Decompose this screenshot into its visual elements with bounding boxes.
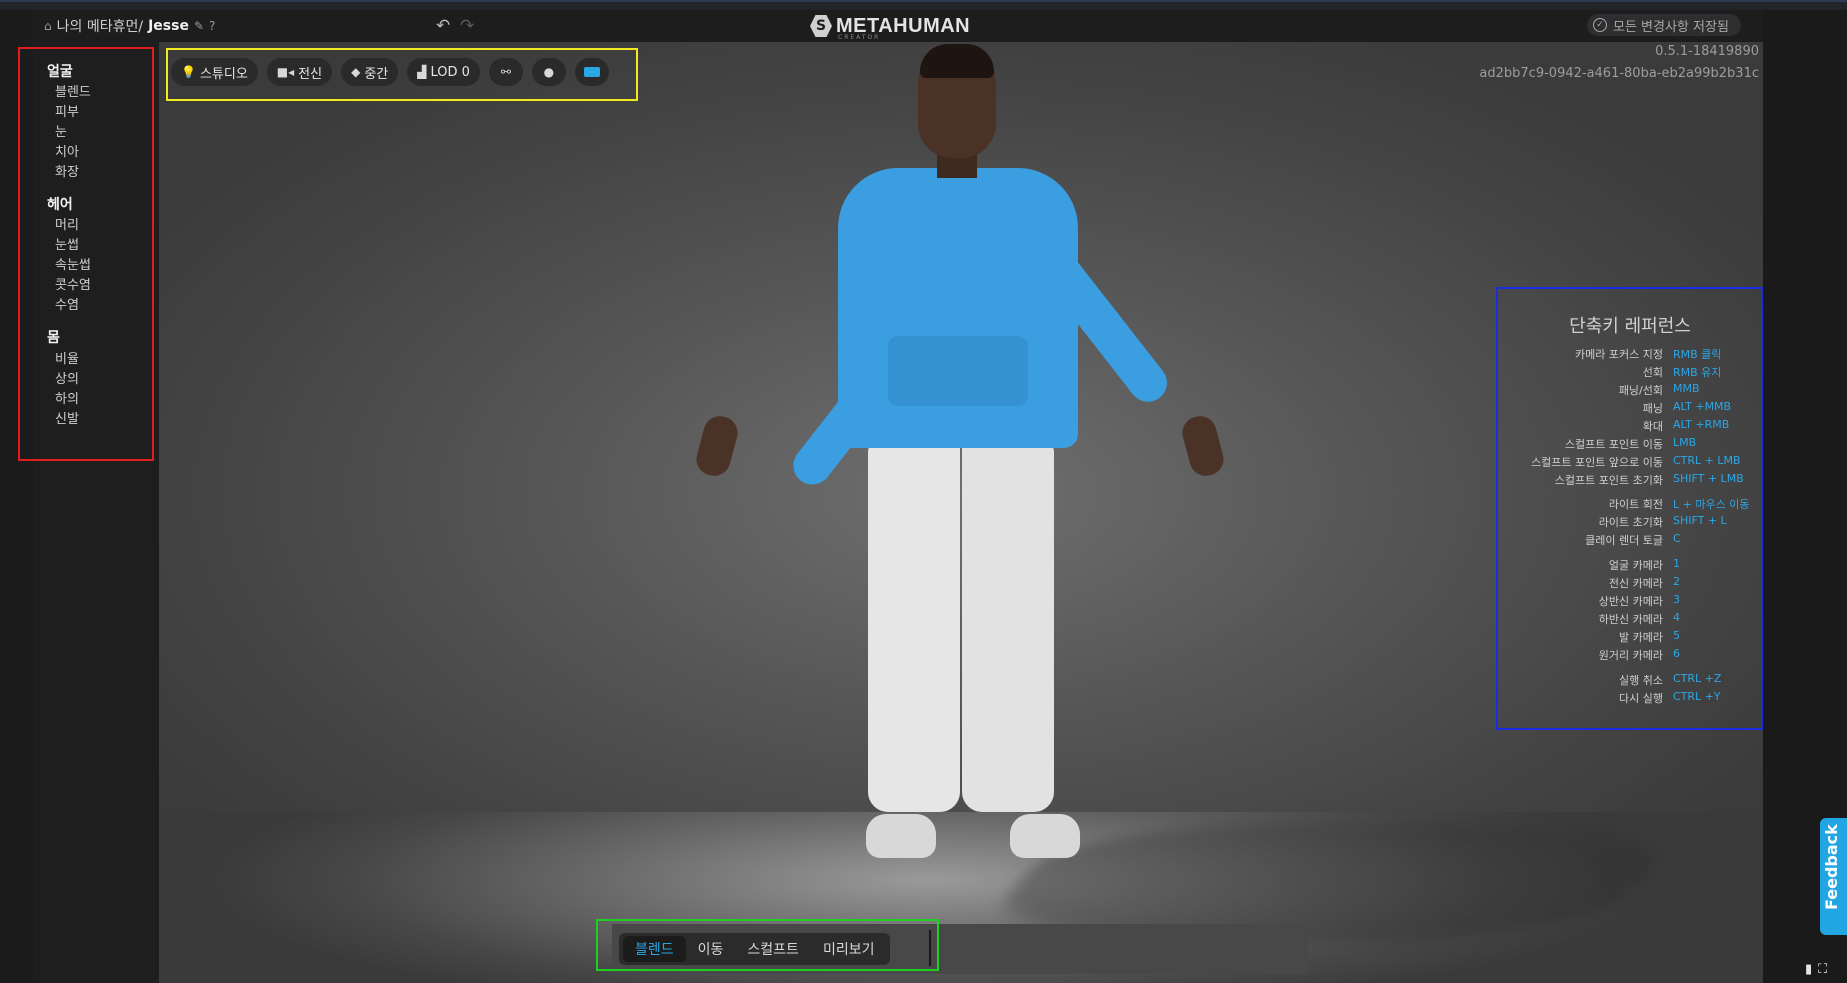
left-shoe [866, 814, 936, 858]
shortcut-highlight-box [1496, 287, 1764, 730]
check-circle-icon: ✓ [1593, 18, 1607, 32]
logo-subtitle: CREATOR [838, 34, 881, 41]
hair [920, 44, 994, 78]
redo-icon[interactable]: ↷ [460, 16, 474, 36]
hoodie [838, 168, 1078, 448]
right-hand [1178, 412, 1228, 480]
metahuman-name: Jesse [148, 18, 189, 34]
version-text: 0.5.1-18419890 [1655, 44, 1759, 59]
fullscreen-icon[interactable]: ⛶ [1818, 962, 1833, 977]
browser-top-strip [0, 0, 1847, 10]
right-shoe [1010, 814, 1080, 858]
hoodie-pocket [888, 336, 1028, 406]
asset-id-text: ad2bb7c9-0942-a461-80ba-eb2a99b2b31c [1479, 66, 1759, 81]
breadcrumb: ⌂ 나의 메타휴먼/ Jesse ✎ ? [44, 17, 215, 35]
left-pant-leg [868, 442, 960, 812]
undo-icon[interactable]: ↶ [436, 16, 450, 36]
left-hand [692, 412, 742, 480]
metahuman-logo: S METAHUMAN [810, 14, 970, 38]
help-icon[interactable]: ? [209, 19, 215, 33]
metahuman-logo-mark-icon: S [810, 15, 832, 37]
right-pant-leg [962, 442, 1054, 812]
home-icon[interactable]: ⌂ [44, 19, 52, 33]
save-status-badge: ✓ 모든 변경사항 저장됨 [1587, 14, 1741, 36]
feedback-tab[interactable]: Feedback [1820, 818, 1847, 935]
metahuman-character[interactable] [690, 44, 1250, 926]
stats-icon[interactable]: ▮ [1805, 962, 1818, 977]
sidebar-highlight-box [18, 47, 154, 461]
mode-bar-highlight-box [596, 919, 939, 971]
breadcrumb-parent[interactable]: 나의 메타휴먼/ [57, 16, 143, 36]
top-progress-line [0, 0, 1847, 2]
feedback-label: Feedback [1822, 824, 1841, 910]
save-status-text: 모든 변경사항 저장됨 [1613, 19, 1729, 35]
corner-tools: ▮⛶ [1805, 962, 1833, 977]
edit-pencil-icon[interactable]: ✎ [194, 19, 204, 33]
toolbar-highlight-box [166, 48, 638, 101]
